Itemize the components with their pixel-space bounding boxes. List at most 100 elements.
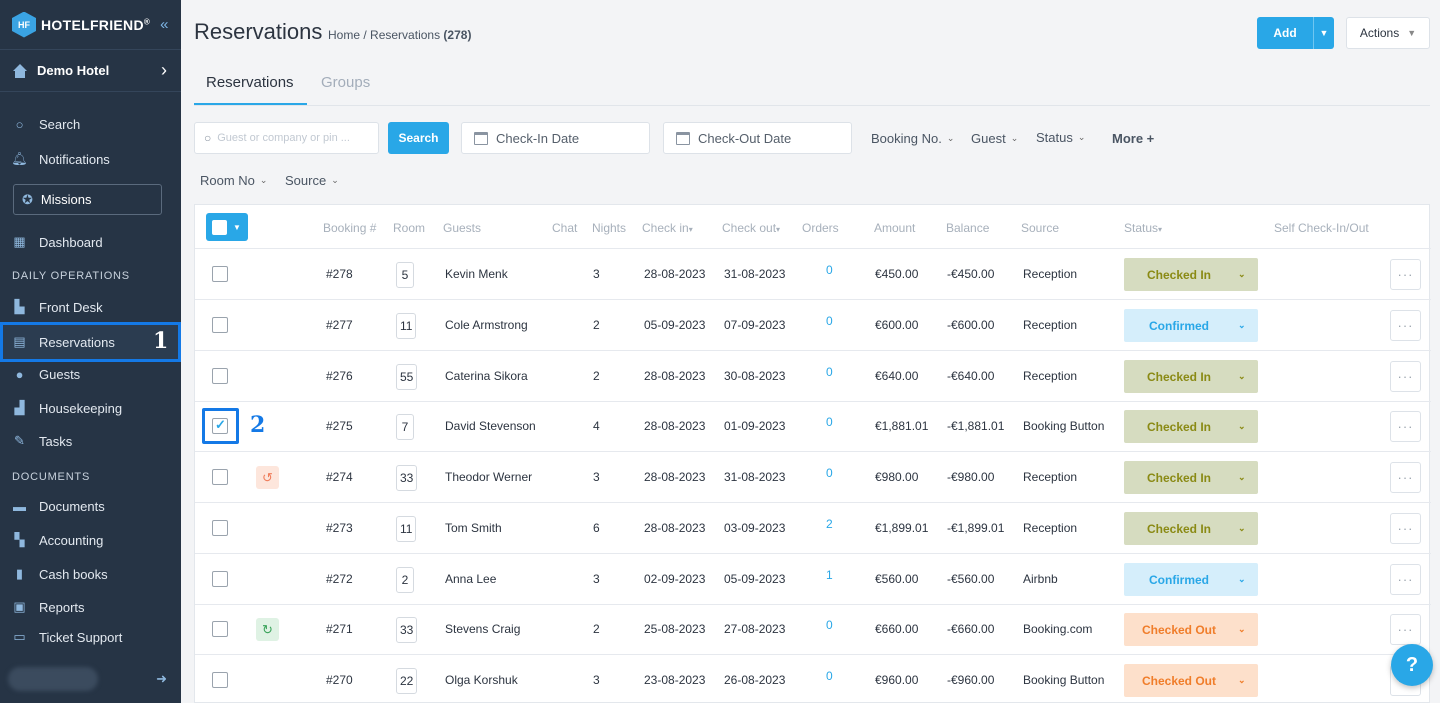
guest-name[interactable]: Anna Lee — [445, 572, 496, 586]
table-row[interactable]: #273 11 Tom Smith 6 28-08-2023 03-09-2023 2 €1,… — [195, 503, 1431, 554]
room-no-filter[interactable]: Room No ⌄ — [200, 173, 267, 188]
col-checkin[interactable]: Check in▾ — [642, 221, 693, 235]
status-dropdown[interactable]: Confirmed ⌄ — [1124, 309, 1258, 342]
row-checkbox[interactable] — [212, 469, 228, 485]
status-dropdown[interactable]: Checked In ⌄ — [1124, 258, 1258, 291]
booking-number[interactable]: #273 — [326, 521, 353, 535]
search-input[interactable] — [217, 132, 368, 144]
row-checkbox[interactable] — [212, 266, 228, 282]
status-dropdown[interactable]: Checked In ⌄ — [1124, 461, 1258, 494]
row-checkbox[interactable] — [212, 368, 228, 384]
row-checkbox[interactable] — [212, 417, 228, 434]
sidebar-item-front-desk[interactable]: ▙ Front Desk — [0, 292, 181, 322]
sidebar-item-housekeeping[interactable]: ▟ Housekeeping — [0, 393, 181, 423]
row-actions-button[interactable]: ··· — [1390, 361, 1421, 392]
orders-count[interactable]: 0 — [826, 365, 833, 379]
sidebar-item-cash-books[interactable]: ▮ Cash books — [0, 559, 181, 589]
status-dropdown[interactable]: Checked Out ⌄ — [1124, 613, 1258, 646]
orders-count[interactable]: 0 — [826, 466, 833, 480]
guest-name[interactable]: David Stevenson — [445, 419, 536, 433]
select-all-checkbox[interactable]: ▼ — [206, 213, 248, 241]
status-dropdown[interactable]: Confirmed ⌄ — [1124, 563, 1258, 596]
booking-number[interactable]: #270 — [326, 673, 353, 687]
row-checkbox[interactable] — [212, 571, 228, 587]
refresh-icon[interactable]: ↻ — [256, 618, 279, 641]
more-filters-button[interactable]: More + — [1112, 131, 1154, 146]
guest-name[interactable]: Stevens Craig — [445, 622, 520, 636]
sidebar-item-ticket-support[interactable]: ▭ Ticket Support — [0, 622, 181, 652]
guest-name[interactable]: Theodor Werner — [445, 470, 532, 484]
table-row[interactable]: ↺ #274 33 Theodor Werner 3 28-08-2023 31-08-20… — [195, 452, 1431, 503]
row-checkbox[interactable] — [212, 317, 228, 333]
sidebar-item-search[interactable]: ○ Search — [0, 109, 181, 139]
orders-count[interactable]: 0 — [826, 415, 833, 429]
status-dropdown[interactable]: Checked In ⌄ — [1124, 512, 1258, 545]
sidebar-item-guests[interactable]: ● Guests — [0, 359, 181, 389]
table-row[interactable]: #276 55 Caterina Sikora 2 28-08-2023 30-08-20… — [195, 351, 1431, 402]
row-actions-button[interactable]: ··· — [1390, 259, 1421, 290]
breadcrumb-home[interactable]: Home — [328, 28, 360, 42]
tab-groups[interactable]: Groups — [321, 74, 370, 91]
orders-count[interactable]: 0 — [826, 314, 833, 328]
source-filter[interactable]: Source ⌄ — [285, 173, 339, 188]
row-checkbox[interactable] — [212, 672, 228, 688]
collapse-sidebar-icon[interactable]: « — [160, 16, 168, 33]
table-row[interactable]: #275 7 David Stevenson 4 28-08-2023 01-09-202… — [195, 401, 1431, 452]
table-row[interactable]: #277 11 Cole Armstrong 2 05-09-2023 07-09-202… — [195, 300, 1431, 351]
row-checkbox[interactable] — [212, 621, 228, 637]
actions-dropdown[interactable]: Actions ▼ — [1346, 17, 1430, 49]
hotel-selector[interactable]: Demo Hotel › — [0, 50, 181, 92]
orders-count[interactable]: 0 — [826, 263, 833, 277]
booking-number[interactable]: #276 — [326, 369, 353, 383]
add-button[interactable]: Add ▼ — [1257, 17, 1334, 49]
booking-number[interactable]: #277 — [326, 318, 353, 332]
logout-icon[interactable]: ➜ — [156, 671, 167, 687]
col-checkout[interactable]: Check out▾ — [722, 221, 780, 235]
table-row[interactable]: #278 5 Kevin Menk 3 28-08-2023 31-08-2023 0 €45… — [195, 249, 1431, 300]
guest-filter[interactable]: Guest ⌄ — [971, 131, 1018, 146]
row-checkbox[interactable] — [212, 520, 228, 536]
booking-number[interactable]: #278 — [326, 267, 353, 281]
help-button[interactable]: ? — [1391, 644, 1433, 686]
row-actions-button[interactable]: ··· — [1390, 310, 1421, 341]
missions-button[interactable]: ✪ Missions — [13, 184, 162, 215]
guest-name[interactable]: Kevin Menk — [445, 267, 508, 281]
table-row[interactable]: ↻ #271 33 Stevens Craig 2 25-08-2023 27-08-202… — [195, 604, 1431, 655]
guest-search-field[interactable]: ○ — [194, 122, 379, 154]
checkin-date-picker[interactable]: Check-In Date — [461, 122, 650, 154]
sidebar-item-documents[interactable]: ▬ Documents — [0, 491, 181, 521]
booking-number[interactable]: #272 — [326, 572, 353, 586]
row-actions-button[interactable]: ··· — [1390, 411, 1421, 442]
history-icon[interactable]: ↺ — [256, 466, 279, 489]
sidebar-item-notifications[interactable]: 🔔︎ Notifications — [0, 144, 181, 174]
status-dropdown[interactable]: Checked Out ⌄ — [1124, 664, 1258, 697]
sidebar-item-accounting[interactable]: ▚ Accounting — [0, 525, 181, 555]
guest-name[interactable]: Caterina Sikora — [445, 369, 528, 383]
row-actions-button[interactable]: ··· — [1390, 614, 1421, 645]
booking-number[interactable]: #274 — [326, 470, 353, 484]
add-dropdown-toggle[interactable]: ▼ — [1313, 17, 1334, 49]
table-row[interactable]: #272 2 Anna Lee 3 02-09-2023 05-09-2023 1 €560.… — [195, 554, 1431, 605]
sidebar-item-tasks[interactable]: ✎ Tasks — [0, 426, 181, 456]
status-filter[interactable]: Status ⌄ — [1036, 130, 1085, 145]
guest-name[interactable]: Tom Smith — [445, 521, 502, 535]
orders-count[interactable]: 0 — [826, 618, 833, 632]
guest-name[interactable]: Olga Korshuk — [445, 673, 518, 687]
orders-count[interactable]: 1 — [826, 568, 833, 582]
sidebar-item-reports[interactable]: ▣ Reports — [0, 592, 181, 622]
table-row[interactable]: #270 22 Olga Korshuk 3 23-08-2023 26-08-2023 0… — [195, 655, 1431, 703]
booking-number[interactable]: #275 — [326, 419, 353, 433]
search-button[interactable]: Search — [388, 122, 449, 154]
checkout-date-picker[interactable]: Check-Out Date — [663, 122, 852, 154]
orders-count[interactable]: 2 — [826, 517, 833, 531]
booking-no-filter[interactable]: Booking No. ⌄ — [871, 131, 954, 146]
orders-count[interactable]: 0 — [826, 669, 833, 683]
status-dropdown[interactable]: Checked In ⌄ — [1124, 410, 1258, 443]
tab-reservations[interactable]: Reservations — [206, 74, 294, 91]
user-profile[interactable]: ➜ — [0, 663, 181, 695]
status-dropdown[interactable]: Checked In ⌄ — [1124, 360, 1258, 393]
row-actions-button[interactable]: ··· — [1390, 513, 1421, 544]
row-actions-button[interactable]: ··· — [1390, 564, 1421, 595]
guest-name[interactable]: Cole Armstrong — [445, 318, 528, 332]
col-status[interactable]: Status▾ — [1124, 221, 1162, 235]
